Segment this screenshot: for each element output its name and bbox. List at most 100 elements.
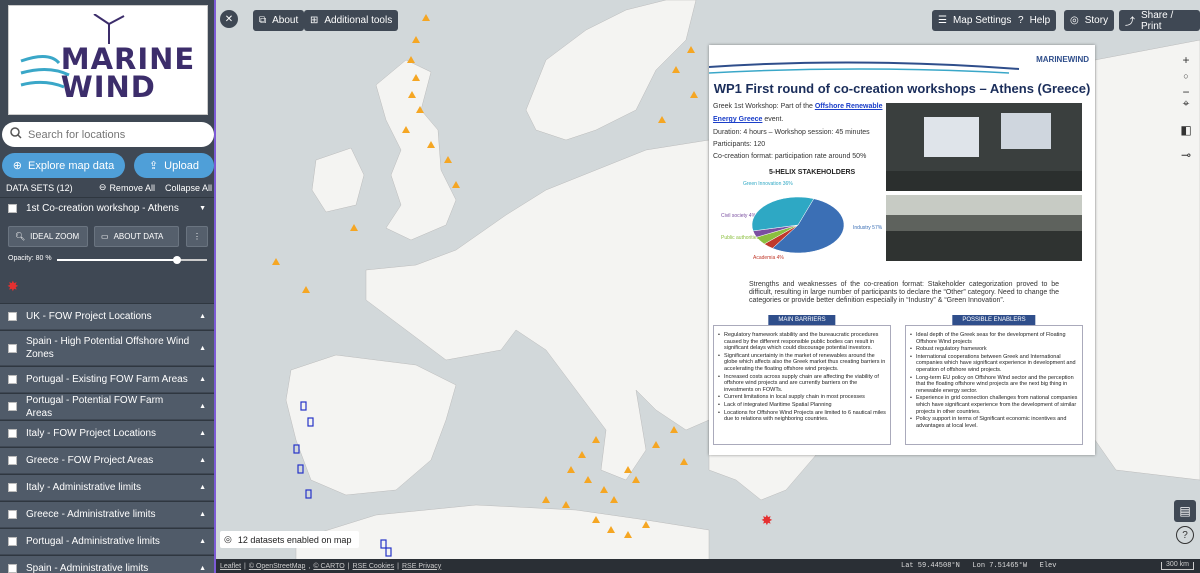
chevron-up-icon[interactable]: ▲ <box>199 484 206 491</box>
measure-button[interactable]: ⊸ <box>1176 145 1196 165</box>
chevron-down-icon[interactable]: ▼ <box>199 205 206 212</box>
chevron-up-icon[interactable]: ▲ <box>199 403 206 410</box>
wind-zone-polygon[interactable] <box>380 539 387 549</box>
fow-project-marker[interactable] <box>652 441 660 448</box>
map-view[interactable]: ✸ ✕ ⧉ About ⊞ Additional tools ☰ Map Set… <box>216 0 1200 573</box>
wind-zone-polygon[interactable] <box>305 489 312 499</box>
layer-checkbox[interactable] <box>8 537 17 546</box>
feedback-button[interactable]: ▤ <box>1174 500 1196 522</box>
fow-project-marker[interactable] <box>680 458 688 465</box>
layer-checkbox[interactable] <box>8 429 17 438</box>
fow-project-marker[interactable] <box>624 466 632 473</box>
share-print-button[interactable]: ⤴ Share / Print <box>1119 10 1200 32</box>
layer-checkbox[interactable] <box>8 204 17 213</box>
map-help-button[interactable]: ? <box>1176 526 1194 544</box>
dataset-item[interactable]: Greece - Administrative limits ▲ <box>0 501 214 527</box>
chevron-up-icon[interactable]: ▲ <box>199 345 206 352</box>
wind-zone-polygon[interactable] <box>385 547 392 557</box>
dataset-item[interactable]: Italy - FOW Project Locations ▲ <box>0 420 214 446</box>
athens-workshop-marker[interactable]: ✸ <box>761 512 773 528</box>
layer-checkbox[interactable] <box>8 312 17 321</box>
map-settings-button[interactable]: ☰ Map Settings <box>932 10 1018 31</box>
fow-project-marker[interactable] <box>607 526 615 533</box>
fow-project-marker[interactable] <box>412 74 420 81</box>
dataset-item[interactable]: Spain - Administrative limits ▲ <box>0 555 214 573</box>
wind-zone-polygon[interactable] <box>307 417 314 427</box>
dataset-item[interactable]: Portugal - Potential FOW Farm Areas ▲ <box>0 393 214 419</box>
fow-project-marker[interactable] <box>567 466 575 473</box>
osm-link[interactable]: © OpenStreetMap <box>249 563 306 570</box>
fow-project-marker[interactable] <box>416 106 424 113</box>
cookies-link[interactable]: RSE Cookies <box>353 563 395 570</box>
fow-project-marker[interactable] <box>407 56 415 63</box>
search-input[interactable] <box>28 128 198 141</box>
fow-project-marker[interactable] <box>672 66 680 73</box>
layer-checkbox[interactable] <box>8 456 17 465</box>
about-data-button[interactable]: ▭ ABOUT DATA <box>94 226 179 247</box>
fow-project-marker[interactable] <box>642 521 650 528</box>
collapse-all-button[interactable]: Collapse All <box>165 183 212 193</box>
dataset-item[interactable]: Italy - Administrative limits ▲ <box>0 474 214 500</box>
leaflet-link[interactable]: Leaflet <box>220 563 241 570</box>
chevron-up-icon[interactable]: ▲ <box>199 511 206 518</box>
dataset-item[interactable]: Spain - High Potential Offshore Wind Zon… <box>0 330 214 365</box>
dataset-item-athens-workshop[interactable]: 1st Co-creation workshop - Athens ▼ <box>0 197 214 219</box>
fow-project-marker[interactable] <box>658 116 666 123</box>
help-button[interactable]: ? Help <box>1012 10 1057 31</box>
fow-project-marker[interactable] <box>350 224 358 231</box>
fow-project-marker[interactable] <box>412 36 420 43</box>
fow-project-marker[interactable] <box>272 258 280 265</box>
story-button[interactable]: ◎ Story <box>1064 10 1115 31</box>
dataset-item[interactable]: Greece - FOW Project Areas ▲ <box>0 447 214 473</box>
offshore-renewable-link[interactable]: Offshore Renewable <box>815 103 883 110</box>
fow-project-marker[interactable] <box>408 91 416 98</box>
carto-link[interactable]: © CARTO <box>313 563 344 570</box>
fow-project-marker[interactable] <box>444 156 452 163</box>
close-sidebar-button[interactable]: ✕ <box>220 10 238 28</box>
wind-zone-polygon[interactable] <box>293 444 300 454</box>
wind-zone-polygon[interactable] <box>297 464 304 474</box>
fow-project-marker[interactable] <box>452 181 460 188</box>
fow-project-marker[interactable] <box>592 516 600 523</box>
fow-project-marker[interactable] <box>600 486 608 493</box>
fow-project-marker[interactable] <box>687 46 695 53</box>
fow-project-marker[interactable] <box>562 501 570 508</box>
layer-checkbox[interactable] <box>8 564 17 573</box>
fow-project-marker[interactable] <box>624 531 632 538</box>
upload-button[interactable]: ⇪ Upload <box>134 153 214 178</box>
opacity-slider-thumb[interactable] <box>173 256 181 264</box>
opacity-slider[interactable] <box>57 256 207 264</box>
fow-project-marker[interactable] <box>610 496 618 503</box>
layer-checkbox[interactable] <box>8 483 17 492</box>
fow-project-marker[interactable] <box>302 286 310 293</box>
additional-tools-button[interactable]: ⊞ Additional tools <box>304 10 399 31</box>
remove-all-button[interactable]: ⊖ Remove All <box>99 182 155 193</box>
dataset-item[interactable]: Portugal - Administrative limits ▲ <box>0 528 214 554</box>
more-options-button[interactable]: ⋮ <box>186 226 208 247</box>
fow-project-marker[interactable] <box>578 451 586 458</box>
layer-checkbox[interactable] <box>8 510 17 519</box>
fow-project-marker[interactable] <box>402 126 410 133</box>
fow-project-marker[interactable] <box>690 91 698 98</box>
fow-project-marker[interactable] <box>422 14 430 21</box>
search-bar[interactable] <box>2 122 214 147</box>
dataset-item[interactable]: Portugal - Existing FOW Farm Areas ▲ <box>0 366 214 392</box>
wind-zone-polygon[interactable] <box>300 401 307 411</box>
energy-greece-link[interactable]: Energy Greece <box>713 116 762 123</box>
explore-map-data-button[interactable]: ⊕ Explore map data <box>2 153 125 178</box>
chevron-up-icon[interactable]: ▲ <box>199 313 206 320</box>
chevron-up-icon[interactable]: ▲ <box>199 376 206 383</box>
fow-project-marker[interactable] <box>592 436 600 443</box>
layer-checkbox[interactable] <box>8 402 17 411</box>
fow-project-marker[interactable] <box>427 141 435 148</box>
chevron-up-icon[interactable]: ▲ <box>199 565 206 572</box>
fow-project-marker[interactable] <box>632 476 640 483</box>
split-view-button[interactable]: ◧ <box>1176 120 1196 140</box>
chevron-up-icon[interactable]: ▲ <box>199 430 206 437</box>
fow-project-marker[interactable] <box>584 476 592 483</box>
chevron-up-icon[interactable]: ▲ <box>199 538 206 545</box>
fow-project-marker[interactable] <box>542 496 550 503</box>
privacy-link[interactable]: RSE Privacy <box>402 563 441 570</box>
my-location-button[interactable]: ⌖ <box>1176 93 1196 113</box>
about-button[interactable]: ⧉ About <box>253 10 305 31</box>
